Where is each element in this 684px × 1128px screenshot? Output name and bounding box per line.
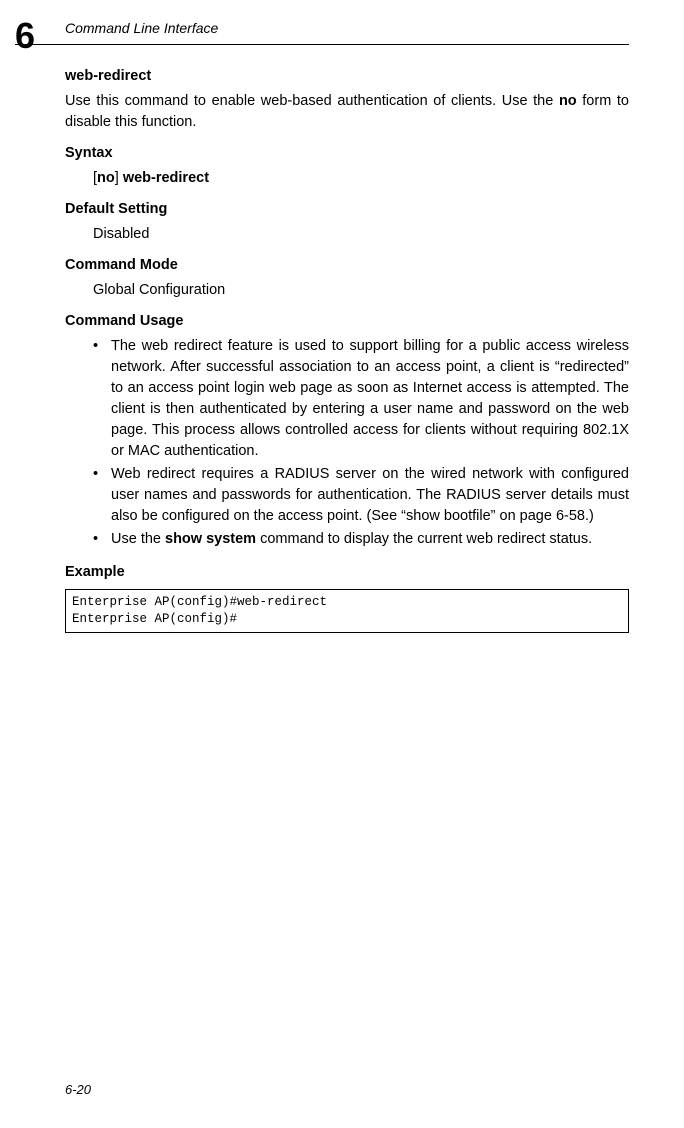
usage-bullet: •Use the show system command to display …: [93, 529, 629, 550]
syntax-close: ]: [115, 170, 123, 186]
example-code: Enterprise AP(config)#web-redirect Enter…: [65, 589, 629, 633]
usage-heading: Command Usage: [65, 311, 629, 332]
syntax-heading: Syntax: [65, 143, 629, 164]
default-heading: Default Setting: [65, 199, 629, 220]
usage-bullet: •The web redirect feature is used to sup…: [93, 336, 629, 462]
bullet-text: Web redirect requires a RADIUS server on…: [111, 464, 629, 527]
mode-value: Global Configuration: [93, 280, 629, 301]
syntax-no: no: [97, 170, 115, 186]
intro-text: Use this command to enable web-based aut…: [65, 93, 559, 109]
page-header: 6 Command Line Interface: [65, 12, 629, 52]
chapter-number: 6: [15, 10, 35, 62]
mode-heading: Command Mode: [65, 255, 629, 276]
bullet-text: Use the show system command to display t…: [111, 529, 592, 550]
syntax-cmd: web-redirect: [123, 170, 209, 186]
page-number: 6-20: [65, 1081, 91, 1100]
intro-paragraph: Use this command to enable web-based aut…: [65, 91, 629, 133]
command-name: web-redirect: [65, 66, 629, 87]
chapter-title: Command Line Interface: [65, 18, 218, 38]
usage-bullet: •Web redirect requires a RADIUS server o…: [93, 464, 629, 527]
default-value: Disabled: [93, 224, 629, 245]
usage-bullets: •The web redirect feature is used to sup…: [65, 336, 629, 550]
bullet-dot: •: [93, 464, 111, 527]
bullet-dot: •: [93, 336, 111, 462]
example-heading: Example: [65, 562, 629, 583]
bullet-dot: •: [93, 529, 111, 550]
bullet-text: The web redirect feature is used to supp…: [111, 336, 629, 462]
header-rule: [15, 44, 629, 45]
intro-no: no: [559, 93, 577, 109]
syntax-line: [no] web-redirect: [93, 168, 629, 189]
